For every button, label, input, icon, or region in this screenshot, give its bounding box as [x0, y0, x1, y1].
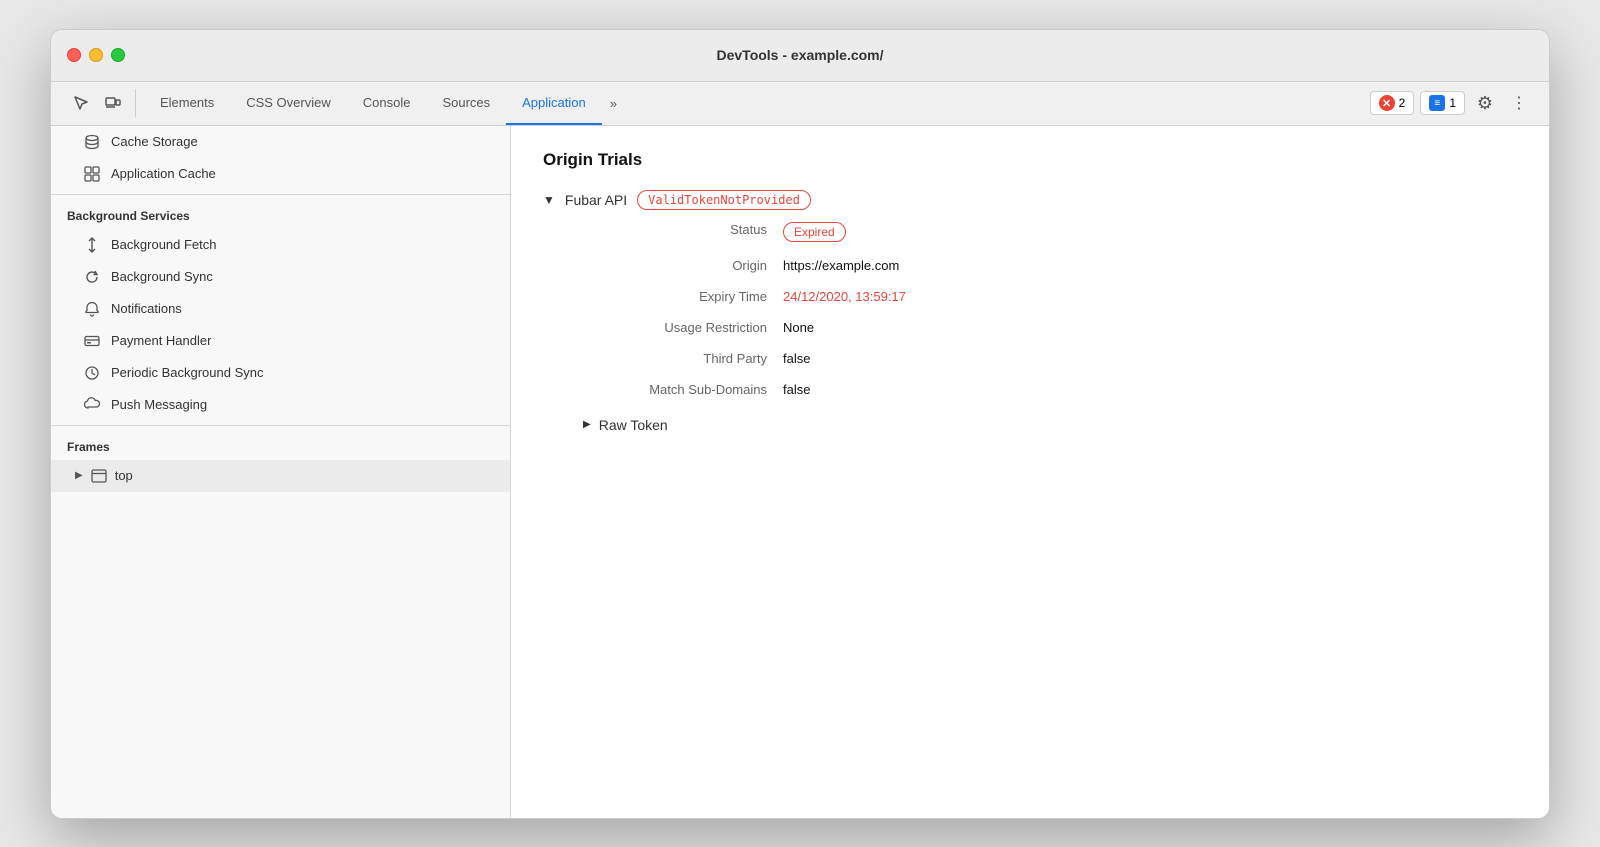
- clock-icon: [83, 364, 101, 382]
- window-title: DevTools - example.com/: [716, 47, 883, 63]
- background-services-header: Background Services: [51, 199, 510, 229]
- devtools-window: DevTools - example.com/ Elements CSS Ove…: [50, 29, 1550, 819]
- api-badge: ValidTokenNotProvided: [637, 190, 811, 210]
- sidebar-item-application-cache[interactable]: Application Cache: [51, 158, 510, 190]
- grid-icon: [83, 165, 101, 183]
- toolbar-right: ✕ 2 ≡ 1 ⚙ ⋮: [1370, 89, 1541, 117]
- expiry-time-label: Expiry Time: [583, 289, 783, 304]
- background-sync-label: Background Sync: [111, 269, 213, 284]
- titlebar: DevTools - example.com/: [51, 30, 1549, 82]
- tab-elements[interactable]: Elements: [144, 82, 230, 125]
- background-fetch-label: Background Fetch: [111, 237, 217, 252]
- inspect-icon[interactable]: [67, 89, 95, 117]
- tab-sources[interactable]: Sources: [426, 82, 506, 125]
- detail-table: Status Expired Origin https://example.co…: [583, 222, 1517, 397]
- top-frame-label: top: [115, 468, 133, 483]
- raw-token-section[interactable]: ▶ Raw Token: [583, 413, 1517, 437]
- database-icon: [83, 133, 101, 151]
- frame-expand-icon: ▶: [75, 470, 83, 481]
- api-section: ▼ Fubar API ValidTokenNotProvided Status…: [543, 190, 1517, 437]
- divider-1: [51, 194, 510, 195]
- settings-icon[interactable]: ⚙: [1471, 89, 1499, 117]
- notifications-label: Notifications: [111, 301, 182, 316]
- sync-icon: [83, 268, 101, 286]
- maximize-button[interactable]: [111, 48, 125, 62]
- tab-application[interactable]: Application: [506, 82, 602, 125]
- error-badge[interactable]: ✕ 2: [1370, 91, 1415, 115]
- raw-token-chevron: ▶: [583, 419, 591, 430]
- more-icon[interactable]: ⋮: [1505, 89, 1533, 117]
- error-count: 2: [1399, 96, 1406, 110]
- raw-token-label: Raw Token: [599, 417, 668, 433]
- expiry-time-value: 24/12/2020, 13:59:17: [783, 289, 1517, 304]
- sidebar-item-push-messaging[interactable]: Push Messaging: [51, 389, 510, 421]
- toolbar-icons: [59, 89, 136, 117]
- sidebar-item-cache-storage[interactable]: Cache Storage: [51, 126, 510, 158]
- sidebar-item-periodic-background-sync[interactable]: Periodic Background Sync: [51, 357, 510, 389]
- origin-label: Origin: [583, 258, 783, 273]
- payment-handler-label: Payment Handler: [111, 333, 211, 348]
- match-subdomains-value: false: [783, 382, 1517, 397]
- tab-list: Elements CSS Overview Console Sources Ap…: [144, 82, 1370, 125]
- api-header: ▼ Fubar API ValidTokenNotProvided: [543, 190, 1517, 210]
- detail-title: Origin Trials: [543, 150, 1517, 170]
- sidebar-item-top-frame[interactable]: ▶ top: [51, 460, 510, 492]
- detail-panel: Origin Trials ▼ Fubar API ValidTokenNotP…: [511, 126, 1549, 818]
- traffic-lights: [67, 48, 125, 62]
- device-icon[interactable]: [99, 89, 127, 117]
- frames-header: Frames: [51, 430, 510, 460]
- status-badge: Expired: [783, 222, 846, 242]
- sidebar-item-background-sync[interactable]: Background Sync: [51, 261, 510, 293]
- cloud-icon: [83, 396, 101, 414]
- arrows-updown-icon: [83, 236, 101, 254]
- sidebar-item-background-fetch[interactable]: Background Fetch: [51, 229, 510, 261]
- tab-css-overview[interactable]: CSS Overview: [230, 82, 347, 125]
- main-content: Cache Storage Application Cache Backgrou…: [51, 126, 1549, 818]
- message-icon: ≡: [1429, 95, 1445, 111]
- third-party-label: Third Party: [583, 351, 783, 366]
- periodic-background-sync-label: Periodic Background Sync: [111, 365, 263, 380]
- error-icon: ✕: [1379, 95, 1395, 111]
- minimize-button[interactable]: [89, 48, 103, 62]
- cache-storage-label: Cache Storage: [111, 134, 198, 149]
- sidebar-item-notifications[interactable]: Notifications: [51, 293, 510, 325]
- message-badge[interactable]: ≡ 1: [1420, 91, 1465, 115]
- tab-console[interactable]: Console: [347, 82, 427, 125]
- application-cache-label: Application Cache: [111, 166, 216, 181]
- sidebar: Cache Storage Application Cache Backgrou…: [51, 126, 511, 818]
- origin-value: https://example.com: [783, 258, 1517, 273]
- frame-icon: [91, 468, 107, 484]
- match-subdomains-label: Match Sub-Domains: [583, 382, 783, 397]
- push-messaging-label: Push Messaging: [111, 397, 207, 412]
- api-name: Fubar API: [565, 192, 627, 208]
- api-expand-chevron[interactable]: ▼: [543, 193, 555, 207]
- toolbar: Elements CSS Overview Console Sources Ap…: [51, 82, 1549, 126]
- status-label: Status: [583, 222, 783, 237]
- card-icon: [83, 332, 101, 350]
- message-count: 1: [1449, 96, 1456, 110]
- status-value: Expired: [783, 222, 1517, 242]
- bell-icon: [83, 300, 101, 318]
- close-button[interactable]: [67, 48, 81, 62]
- third-party-value: false: [783, 351, 1517, 366]
- usage-restriction-label: Usage Restriction: [583, 320, 783, 335]
- divider-2: [51, 425, 510, 426]
- usage-restriction-value: None: [783, 320, 1517, 335]
- sidebar-item-payment-handler[interactable]: Payment Handler: [51, 325, 510, 357]
- tab-overflow[interactable]: »: [602, 96, 625, 111]
